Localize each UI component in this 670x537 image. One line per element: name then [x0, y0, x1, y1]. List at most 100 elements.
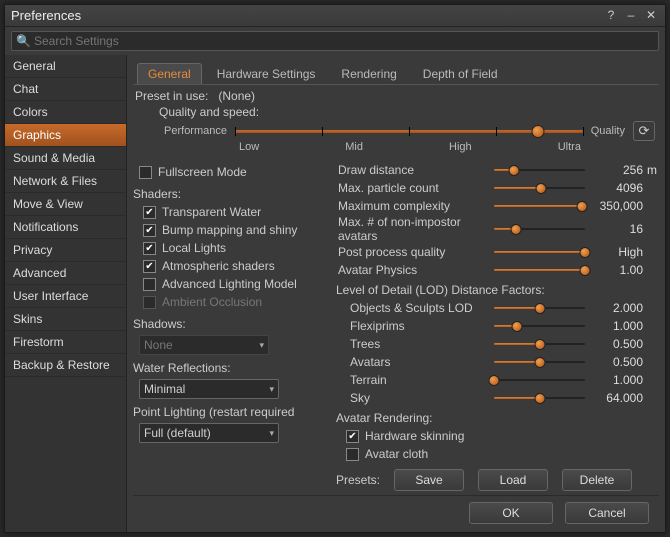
slider-knob[interactable]: [580, 247, 591, 258]
slider-knob[interactable]: [509, 165, 520, 176]
checkbox[interactable]: ✔: [143, 260, 156, 273]
slider-value: 16: [591, 222, 643, 236]
search-bar[interactable]: 🔍: [11, 31, 659, 51]
ok-button[interactable]: OK: [469, 502, 553, 524]
slider[interactable]: [494, 355, 585, 369]
checkbox[interactable]: ✔: [346, 448, 359, 461]
reflections-value: Minimal: [144, 382, 185, 396]
slider[interactable]: [494, 181, 585, 195]
slider-knob[interactable]: [577, 201, 588, 212]
avatar-render-row[interactable]: ✔Avatar cloth: [346, 445, 659, 463]
delete-button[interactable]: Delete: [562, 469, 632, 491]
preset-row: Preset in use: (None): [133, 85, 659, 103]
sidebar-item-privacy[interactable]: Privacy: [5, 239, 126, 262]
slider-value: 2.000: [591, 301, 643, 315]
sidebar-item-move-view[interactable]: Move & View: [5, 193, 126, 216]
slider-label: Trees: [336, 337, 494, 351]
tab-depth-of-field[interactable]: Depth of Field: [412, 63, 509, 84]
sidebar-item-chat[interactable]: Chat: [5, 78, 126, 101]
tab-hardware-settings[interactable]: Hardware Settings: [206, 63, 327, 84]
sidebar-item-colors[interactable]: Colors: [5, 101, 126, 124]
shader-row[interactable]: ✔Atmospheric shaders: [143, 257, 328, 275]
sidebar-item-firestorm[interactable]: Firestorm: [5, 331, 126, 354]
slider[interactable]: [494, 391, 585, 405]
sidebar-item-skins[interactable]: Skins: [5, 308, 126, 331]
quality-knob[interactable]: [531, 125, 544, 138]
slider[interactable]: [494, 319, 585, 333]
slider-knob[interactable]: [580, 265, 591, 276]
sidebar-item-graphics[interactable]: Graphics: [5, 124, 126, 147]
slider-knob[interactable]: [534, 303, 545, 314]
shader-row[interactable]: ✔Advanced Lighting Model: [143, 275, 328, 293]
slider[interactable]: [494, 263, 585, 277]
checkbox[interactable]: ✔: [346, 430, 359, 443]
sidebar-item-sound-media[interactable]: Sound & Media: [5, 147, 126, 170]
quality-tick: Mid: [345, 141, 363, 153]
slider[interactable]: [494, 199, 585, 213]
checkbox[interactable]: ✔: [143, 242, 156, 255]
checkbox[interactable]: ✔: [143, 278, 156, 291]
slider-row: Draw distance256m: [336, 161, 659, 179]
avatar-render-row[interactable]: ✔Hardware skinning: [346, 427, 659, 445]
slider[interactable]: [494, 373, 585, 387]
shader-row[interactable]: ✔Ambient Occlusion: [143, 293, 328, 311]
slider-value: 1.000: [591, 373, 643, 387]
lod-heading: Level of Detail (LOD) Distance Factors:: [336, 283, 659, 297]
close-icon[interactable]: ✕: [643, 8, 659, 24]
minimize-icon[interactable]: –: [623, 8, 639, 24]
fullscreen-row[interactable]: ✔ Fullscreen Mode: [139, 163, 328, 181]
quality-left-label: Performance: [159, 125, 227, 137]
slider[interactable]: [494, 163, 585, 177]
sidebar-item-advanced[interactable]: Advanced: [5, 262, 126, 285]
reflections-select[interactable]: Minimal ▾: [139, 379, 279, 399]
search-input[interactable]: [30, 34, 654, 48]
preferences-window: Preferences ? – ✕ 🔍 GeneralChatColorsGra…: [4, 4, 666, 533]
slider-knob[interactable]: [536, 183, 547, 194]
checkbox-label: Local Lights: [162, 241, 226, 255]
slider-value: 64.000: [591, 391, 643, 405]
save-button[interactable]: Save: [394, 469, 464, 491]
shader-row[interactable]: ✔Transparent Water: [143, 203, 328, 221]
slider-knob[interactable]: [511, 321, 522, 332]
titlebar[interactable]: Preferences ? – ✕: [5, 5, 665, 27]
shader-row[interactable]: ✔Bump mapping and shiny: [143, 221, 328, 239]
tab-rendering[interactable]: Rendering: [330, 63, 407, 84]
slider-knob[interactable]: [534, 393, 545, 404]
reflections-heading: Water Reflections:: [133, 361, 328, 375]
slider[interactable]: [494, 301, 585, 315]
quality-slider[interactable]: [235, 124, 583, 138]
checkbox[interactable]: ✔: [143, 206, 156, 219]
preset-value: (None): [218, 89, 255, 103]
sidebar-item-backup-restore[interactable]: Backup & Restore: [5, 354, 126, 377]
right-column: Draw distance256mMax. particle count4096…: [336, 161, 659, 491]
slider-row: Sky64.000: [336, 389, 659, 407]
pointlight-select[interactable]: Full (default) ▾: [139, 423, 279, 443]
help-icon[interactable]: ?: [603, 8, 619, 24]
slider-knob[interactable]: [534, 357, 545, 368]
shadows-select[interactable]: None ▾: [139, 335, 269, 355]
sidebar-item-general[interactable]: General: [5, 55, 126, 78]
slider-knob[interactable]: [510, 224, 521, 235]
tab-general[interactable]: General: [137, 63, 202, 84]
slider[interactable]: [494, 337, 585, 351]
quality-tick: Ultra: [558, 141, 581, 153]
slider-knob[interactable]: [489, 375, 500, 386]
sidebar-item-user-interface[interactable]: User Interface: [5, 285, 126, 308]
refresh-button[interactable]: ⟳: [633, 121, 655, 141]
slider-knob[interactable]: [534, 339, 545, 350]
dialog-footer: OK Cancel: [133, 495, 659, 532]
slider-value: 1.000: [591, 319, 643, 333]
shader-row[interactable]: ✔ Local Lights: [143, 239, 328, 257]
fullscreen-checkbox[interactable]: ✔: [139, 166, 152, 179]
cancel-button[interactable]: Cancel: [565, 502, 649, 524]
sidebar-item-notifications[interactable]: Notifications: [5, 216, 126, 239]
checkbox: ✔: [143, 296, 156, 309]
slider[interactable]: [494, 245, 585, 259]
chevron-down-icon: ▾: [269, 384, 274, 395]
load-button[interactable]: Load: [478, 469, 548, 491]
checkbox[interactable]: ✔: [143, 224, 156, 237]
quality-heading: Quality and speed:: [159, 105, 655, 119]
preset-label: Preset in use:: [135, 89, 208, 103]
slider[interactable]: [494, 222, 585, 236]
sidebar-item-network-files[interactable]: Network & Files: [5, 170, 126, 193]
